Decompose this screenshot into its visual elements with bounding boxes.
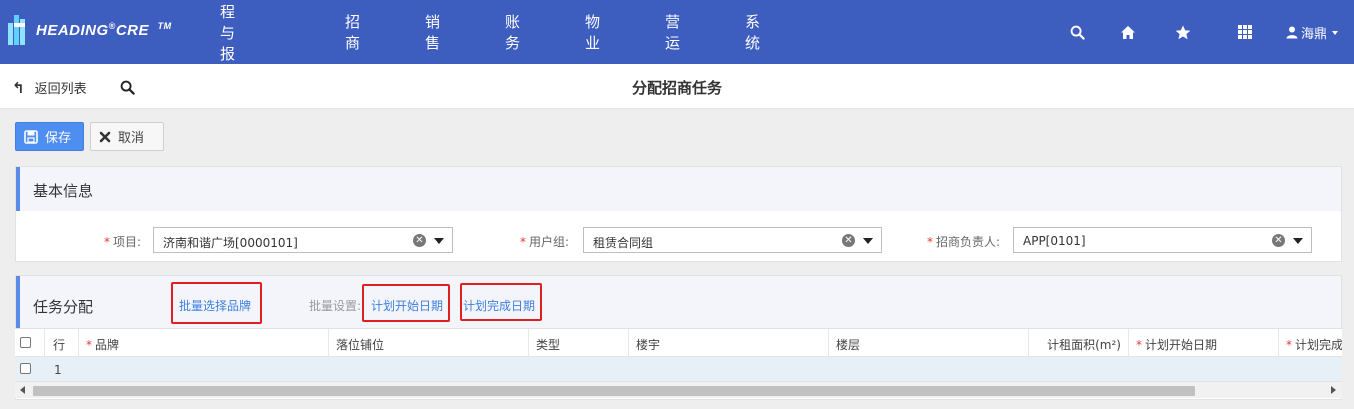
task-assignment-title: 任务分配 xyxy=(33,298,94,316)
logo-reg-mark: ® xyxy=(108,21,116,31)
home-icon[interactable] xyxy=(1119,23,1137,41)
user-name: 海鼎 xyxy=(1301,27,1328,42)
nav-item-accounts[interactable]: 账务 xyxy=(505,11,520,53)
column-header-plan-start-date[interactable]: * 计划开始日期 xyxy=(1129,329,1279,357)
clear-icon[interactable]: ✕ xyxy=(413,234,426,247)
nav-item-leasing[interactable]: 招商 xyxy=(345,11,360,53)
required-mark: * xyxy=(104,235,110,249)
highlight-box xyxy=(460,283,542,321)
column-header-rent-area[interactable]: 计租面积(m²) xyxy=(1029,329,1129,357)
logo-icon xyxy=(8,15,30,45)
scrollbar-thumb[interactable] xyxy=(33,386,1195,396)
row-number: 1 xyxy=(54,363,62,377)
user-group-select[interactable]: 租赁合同组 ✕ xyxy=(583,227,882,253)
leasing-manager-label: * 招商负责人: xyxy=(927,235,1001,249)
project-select-value: 济南和谐广场[0000101] xyxy=(163,236,298,250)
user-menu[interactable]: 海鼎 xyxy=(1286,23,1339,42)
scroll-left-arrow-icon[interactable] xyxy=(20,386,25,394)
basic-info-header: 基本信息 xyxy=(16,167,1341,211)
clear-icon[interactable]: ✕ xyxy=(1272,234,1285,247)
logo-text-heading: HEADING xyxy=(36,22,109,39)
top-navigation-bar: HEADING®CRE TM 流程与报表 招商 销售 账务 物业 营运 系统 海… xyxy=(0,0,1354,84)
required-mark: * xyxy=(1136,338,1142,352)
leasing-manager-select-value: APP[0101] xyxy=(1023,234,1086,248)
user-group-label: * 用户组: xyxy=(520,235,570,249)
page-title: 分配招商任务 xyxy=(631,79,722,97)
nav-item-operations[interactable]: 营运 xyxy=(665,11,680,53)
basic-info-title: 基本信息 xyxy=(33,182,94,200)
task-table-header: 行 * 品牌 落位铺位 类型 楼宇 楼层 计租面积(m²) * 计划开始日期 * 计划… xyxy=(15,328,1342,357)
highlight-box xyxy=(171,282,262,324)
app-logo[interactable]: HEADING®CRE TM xyxy=(8,14,172,46)
logo-tm-mark: TM xyxy=(157,21,172,31)
cancel-button-label: 取消 xyxy=(118,131,145,146)
cancel-button[interactable]: 取消 xyxy=(90,122,164,151)
dropdown-caret-icon[interactable] xyxy=(863,238,873,244)
required-mark: * xyxy=(1286,338,1292,352)
save-button[interactable]: 保存 xyxy=(15,122,84,151)
row-checkbox[interactable] xyxy=(20,363,31,374)
column-header-row[interactable]: 行 xyxy=(45,329,79,357)
clear-icon[interactable]: ✕ xyxy=(842,234,855,247)
project-label: * 项目: xyxy=(104,235,142,249)
highlight-box xyxy=(362,284,450,322)
logo-text-cre: CRE xyxy=(115,22,149,39)
column-header-type[interactable]: 类型 xyxy=(529,329,629,357)
required-mark: * xyxy=(520,235,526,249)
project-select[interactable]: 济南和谐广场[0000101] ✕ xyxy=(153,227,453,253)
nav-item-property[interactable]: 物业 xyxy=(585,11,600,53)
column-header-floor[interactable]: 楼层 xyxy=(829,329,1029,357)
save-icon xyxy=(24,129,38,144)
nav-item-system[interactable]: 系统 xyxy=(745,11,760,53)
dropdown-caret-icon[interactable] xyxy=(434,238,444,244)
column-header-shop-position[interactable]: 落位铺位 xyxy=(329,329,529,357)
table-horizontal-scrollbar[interactable] xyxy=(15,381,1342,398)
nav-item-sales[interactable]: 销售 xyxy=(425,11,440,53)
table-row[interactable]: 1 xyxy=(15,357,1342,381)
scroll-right-arrow-icon[interactable] xyxy=(1331,386,1336,394)
select-all-checkbox[interactable] xyxy=(20,337,31,348)
save-button-label: 保存 xyxy=(45,131,72,146)
user-menu-caret-icon xyxy=(1332,30,1339,35)
select-all-cell xyxy=(15,329,45,357)
required-mark: * xyxy=(927,235,933,249)
column-header-brand[interactable]: * 品牌 xyxy=(79,329,329,357)
column-header-building[interactable]: 楼宇 xyxy=(629,329,829,357)
column-header-plan-finish-date[interactable]: * 计划完成 xyxy=(1279,329,1342,357)
dropdown-caret-icon[interactable] xyxy=(1293,238,1303,244)
apps-grid-icon[interactable] xyxy=(1236,23,1254,41)
batch-setting-label: 批量设置: xyxy=(309,299,362,313)
user-group-select-value: 租赁合同组 xyxy=(593,236,654,250)
search-icon[interactable] xyxy=(1068,23,1086,41)
star-icon[interactable] xyxy=(1174,23,1192,41)
leasing-manager-select[interactable]: APP[0101] ✕ xyxy=(1013,227,1312,253)
page-subheader: ↰ 返回列表 分配招商任务 xyxy=(0,64,1354,109)
required-mark: * xyxy=(86,338,92,352)
user-icon xyxy=(1286,26,1298,39)
close-icon xyxy=(99,131,111,142)
